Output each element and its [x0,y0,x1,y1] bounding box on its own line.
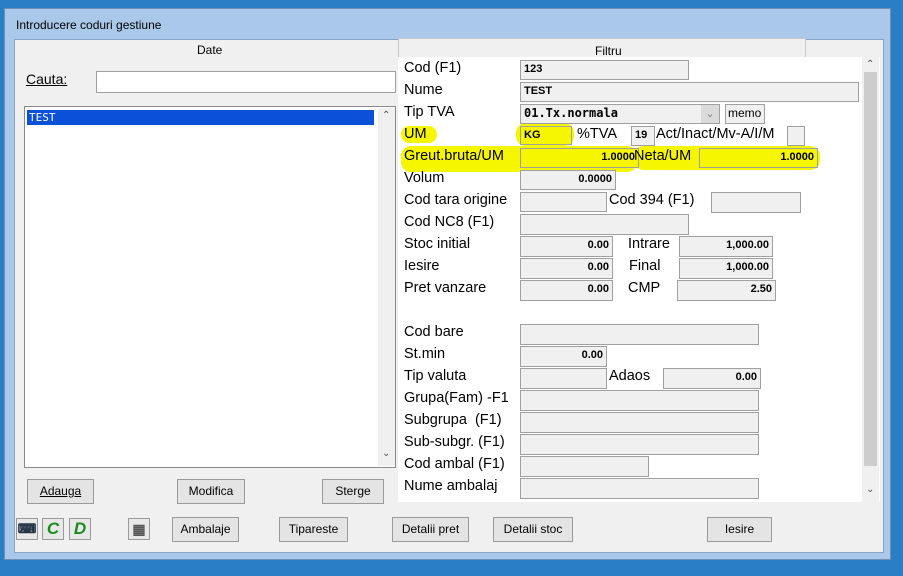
subsubgr-label: Sub-subgr. (F1) [404,434,505,450]
list-scrollbar[interactable]: ⌃ ⌄ [378,108,395,466]
cod394-label: Cod 394 (F1) [609,192,695,208]
volum-label: Volum [404,170,445,186]
adaos-label: Adaos [609,368,651,384]
stoc-initial-label: Stoc initial [404,236,471,252]
keyboard-icon[interactable]: ⌨ [16,518,38,540]
tip-tva-select[interactable]: 01.Tx.normala [520,104,720,124]
nc8-label: Cod NC8 (F1) [404,214,495,230]
act-label: Act/Inact/Mv-A/I/M [656,126,775,142]
cmp-field[interactable]: 2.50 [677,280,776,301]
neta-label: Neta/UM [634,148,692,164]
stoc-initial-field[interactable]: 0.00 [520,236,613,257]
detalii-pret-button[interactable]: Detalii pret [392,517,469,542]
code-list[interactable]: TEST ⌃ ⌄ [24,106,396,468]
cod-label: Cod (F1) [404,60,462,76]
tip-tva-value: 01.Tx.normala [524,106,618,120]
adauga-button[interactable]: Adauga [27,479,94,504]
greutate-label: Greut.bruta/UM [404,148,504,164]
title-bar[interactable]: Introducere coduri gestiune [5,9,890,37]
subgrupa-field[interactable] [520,412,759,433]
cmp-label: CMP [628,280,661,296]
search-label: Cauta: [26,71,68,87]
pret-label: Pret vanzare [404,280,487,296]
modifica-button[interactable]: Modifica [177,479,245,504]
stmin-label: St.min [404,346,446,362]
adaos-field[interactable]: 0.00 [663,368,761,389]
cod-field[interactable]: 123 [520,60,689,80]
pret-field[interactable]: 0.00 [520,280,613,301]
nume-ambal-label: Nume ambalaj [404,478,498,494]
detalii-stoc-button[interactable]: Detalii stoc [493,517,573,542]
list-item[interactable]: TEST [27,110,374,125]
tab-filtru[interactable]: Filtru [398,38,806,58]
iesire-label: Iesire [404,258,440,274]
um-field[interactable]: KG [520,126,572,145]
valuta-field[interactable] [520,368,607,389]
window-title: Introducere coduri gestiune [16,18,162,32]
scroll-up-icon[interactable]: ⌃ [382,110,390,121]
scroll-down-icon[interactable]: ⌄ [382,448,390,459]
volum-field[interactable]: 0.0000 [520,170,616,190]
scroll-thumb[interactable] [864,72,877,466]
grupa-field[interactable] [520,390,759,411]
cod-bare-field[interactable] [520,324,759,345]
valuta-label: Tip valuta [404,368,467,384]
scroll-up-icon[interactable]: ⌃ [866,59,874,70]
sterge-button[interactable]: Sterge [322,479,384,504]
ambal-label: Cod ambal (F1) [404,456,505,472]
tva-pct-field[interactable]: 19 [631,126,655,146]
nc8-field[interactable] [520,214,689,235]
scroll-down-icon[interactable]: ⌄ [866,484,874,495]
intrare-field[interactable]: 1,000.00 [679,236,773,257]
nume-ambal-field[interactable] [520,478,759,499]
subsubgr-field[interactable] [520,434,759,455]
cod-bare-label: Cod bare [404,324,464,340]
tara-field[interactable] [520,192,607,212]
nume-label: Nume [404,82,443,98]
intrare-label: Intrare [628,236,670,252]
memo-button[interactable]: memo [725,104,765,124]
iesire-button[interactable]: Iesire [707,517,772,542]
tab-filtru-label: Filtru [595,44,622,58]
ambal-field[interactable] [520,456,649,477]
subgrupa-label: Subgrupa (F1) [404,412,502,428]
tipareste-button[interactable]: Tipareste [279,517,348,542]
final-field[interactable]: 1,000.00 [679,258,773,279]
d-button[interactable]: D [69,518,91,540]
stmin-field[interactable]: 0.00 [520,346,607,367]
tip-tva-label: Tip TVA [404,104,455,120]
nume-field[interactable]: TEST [520,82,859,102]
neta-field[interactable]: 1.0000 [699,148,818,168]
grupa-label: Grupa(Fam) -F1 [404,390,509,406]
final-label: Final [629,258,661,274]
tva-pct-label: %TVA [577,126,618,142]
iesire-field[interactable]: 0.00 [520,258,613,279]
form-scrollbar[interactable]: ⌃ ⌄ [862,57,879,502]
greutate-field[interactable]: 1.0000 [520,148,639,168]
package-icon[interactable]: ▦ [128,518,150,540]
cod394-field[interactable] [711,192,801,213]
tab-date[interactable]: Date [197,43,222,57]
chevron-down-icon[interactable]: ⌄ [701,105,719,123]
act-field[interactable] [787,126,805,146]
c-button[interactable]: C [42,518,64,540]
um-label: UM [404,126,427,142]
tara-label: Cod tara origine [404,192,508,208]
search-input[interactable] [96,71,396,93]
ambalaje-button[interactable]: Ambalaje [172,517,239,542]
